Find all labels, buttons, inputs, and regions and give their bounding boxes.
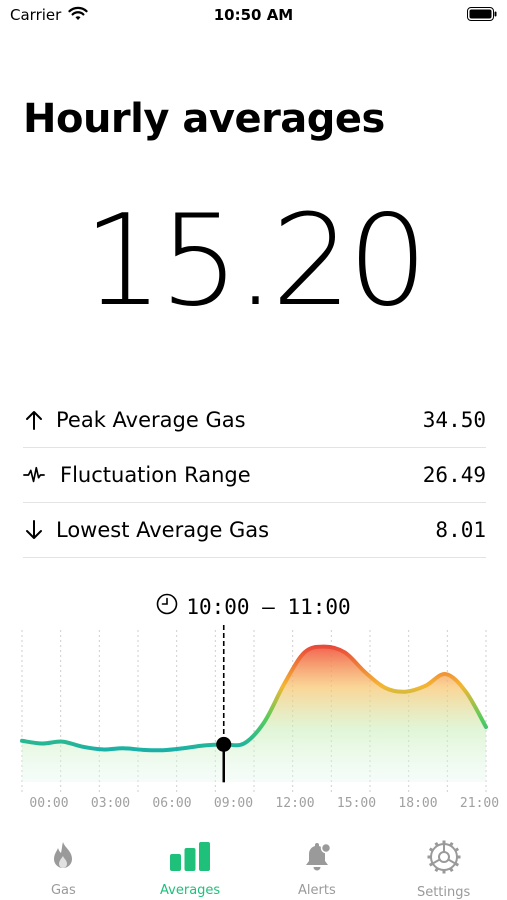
battery-icon	[467, 7, 497, 26]
x-axis-label: 21:00	[460, 796, 499, 811]
stat-label: Peak Average Gas	[56, 408, 246, 432]
selection-point[interactable]	[216, 736, 232, 752]
x-axis-label: 03:00	[91, 796, 130, 811]
stat-label: Lowest Average Gas	[56, 518, 270, 542]
stat-value: 26.49	[422, 463, 486, 487]
tab-label: Averages	[160, 883, 221, 898]
tab-alerts[interactable]: Alerts	[254, 830, 381, 900]
stat-row-peak: Peak Average Gas 34.50	[23, 393, 486, 448]
page-title: Hourly averages	[23, 96, 385, 142]
tab-bar: Gas Averages Alerts Settings	[0, 830, 507, 900]
tab-settings[interactable]: Settings	[380, 830, 507, 900]
arrow-down-icon	[23, 519, 45, 541]
x-axis-label: 15:00	[337, 796, 376, 811]
x-axis-label: 00:00	[29, 796, 68, 811]
stat-row-fluctuation: Fluctuation Range 26.49	[23, 448, 486, 503]
clock: 10:50 AM	[213, 6, 294, 24]
tab-label: Settings	[416, 885, 471, 900]
bar-chart-icon	[169, 840, 211, 877]
status-bar: Carrier 10:50 AM	[0, 0, 507, 30]
x-axis-label: 12:00	[275, 796, 314, 811]
arrow-up-icon	[23, 409, 45, 431]
tab-gas[interactable]: Gas	[0, 830, 127, 900]
stat-value: 8.01	[435, 518, 486, 542]
x-axis-label: 18:00	[398, 796, 437, 811]
gear-icon	[427, 840, 461, 879]
chart-canvas[interactable]: 00:00 03:00 06:00 09:00 12:00 15:00 18:00 21:00	[0, 585, 507, 815]
stat-row-lowest: Lowest Average Gas 8.01	[23, 503, 486, 558]
tab-label: Gas	[50, 883, 76, 898]
flame-icon	[48, 840, 78, 877]
waveform-icon	[23, 464, 45, 486]
tab-label: Alerts	[298, 883, 336, 898]
stat-label: Fluctuation Range	[60, 463, 251, 487]
x-axis-labels: 00:00 03:00 06:00 09:00 12:00 15:00 18:00 21:00	[29, 796, 499, 811]
current-value: 15.20	[83, 187, 428, 334]
stats-list: Peak Average Gas 34.50 Fluctuation Range…	[23, 393, 486, 558]
x-axis-label: 06:00	[152, 796, 191, 811]
stat-value: 34.50	[422, 408, 486, 432]
x-axis-label: 09:00	[214, 796, 253, 811]
bell-alert-icon	[301, 840, 333, 877]
tab-averages[interactable]: Averages	[127, 830, 254, 900]
hourly-chart[interactable]: 10:00 – 11:00 00:00 03:00 06:00 09:00 12:00 1…	[0, 585, 507, 815]
